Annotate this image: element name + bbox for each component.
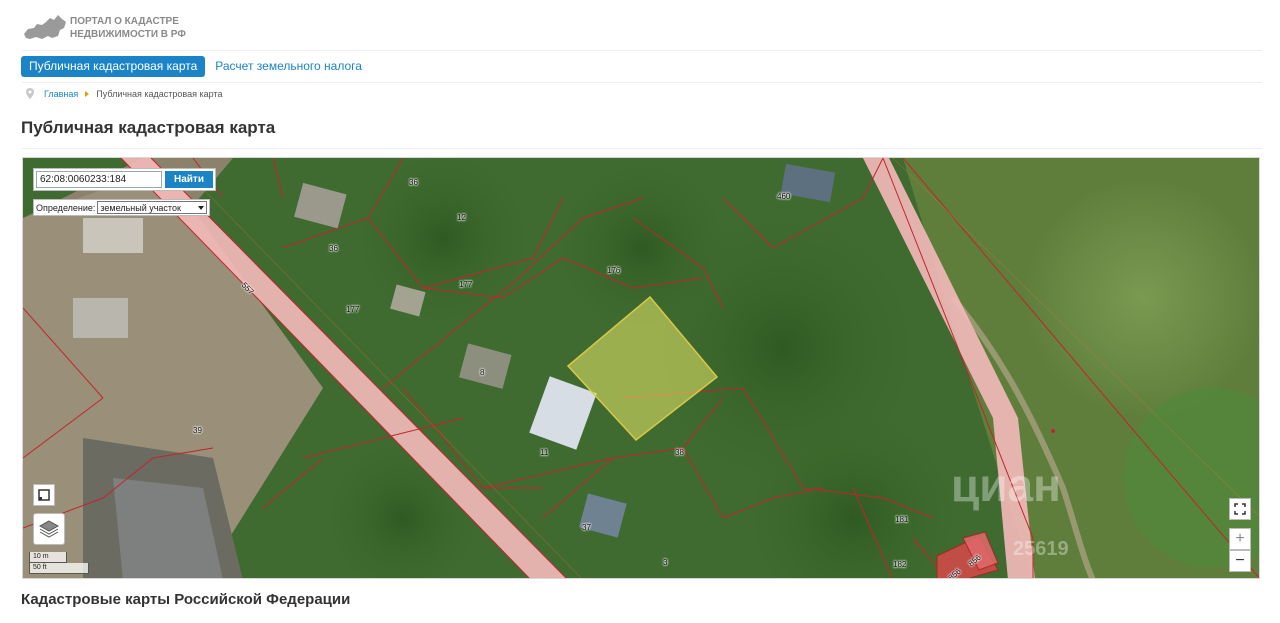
divider [22,148,1262,149]
cian-watermark: циан [951,459,1061,511]
parcel-label[interactable]: 39 [193,426,202,435]
site-header: ПОРТАЛ О КАДАСТРЕ НЕДВИЖИМОСТИ В РФ [22,8,186,48]
parcel-label[interactable]: 8 [480,368,484,377]
breadcrumb: Главная Публичная кадастровая карта [26,88,222,99]
section-title: Кадастровые карты Российской Федерации [21,591,351,608]
definition-selected-value: земельный участок [100,202,181,213]
measure-tool-button[interactable] [33,484,55,506]
measure-icon [38,489,50,501]
layers-icon [39,520,59,538]
logo-text[interactable]: ПОРТАЛ О КАДАСТРЕ НЕДВИЖИМОСТИ В РФ [70,15,186,41]
scale-imperial: 50 ft [29,563,89,574]
breadcrumb-home-link[interactable]: Главная [44,89,78,99]
location-pin-icon [26,88,34,99]
zoom-in-button[interactable]: + [1229,528,1251,550]
parcel-label[interactable]: 36 [409,178,418,187]
layers-button[interactable] [33,513,65,545]
parcel-label[interactable]: 36 [329,244,338,253]
fullscreen-icon [1234,503,1246,515]
russia-map-logo-icon[interactable] [22,12,68,44]
breadcrumb-current: Публичная кадастровая карта [96,88,223,99]
cadastral-search-box: Найти [33,168,216,191]
parcel-label[interactable]: 12 [457,213,466,222]
main-nav: Публичная кадастровая карта Расчет земел… [21,56,372,77]
divider [22,50,1262,51]
parcel-label[interactable]: 11 [540,448,548,457]
definition-row: Определение: земельный участок [33,199,211,216]
satellite-imagery[interactable] [23,158,1260,579]
definition-select[interactable]: земельный участок [97,201,208,214]
parcel-label[interactable]: 181 [895,515,908,524]
tab-public-cadastral-map[interactable]: Публичная кадастровая карта [21,56,206,77]
breadcrumb-separator-icon [85,90,90,97]
tab-land-tax-calculator[interactable]: Расчет земельного налога [207,56,370,77]
parcel-label[interactable]: 176 [607,266,620,275]
divider [22,82,1262,83]
definition-label: Определение: [36,202,96,213]
parcel-label[interactable]: 460 [777,192,790,201]
parcel-label[interactable]: 38 [675,448,684,457]
fullscreen-button[interactable] [1229,498,1251,520]
zoom-out-button[interactable]: − [1229,550,1251,572]
cadastral-map[interactable]: 36 12 36 460 176 177 557 177 8 39 11 38 … [22,157,1260,579]
parcel-label[interactable]: 177 [459,280,472,289]
parcel-label[interactable]: 177 [346,305,359,314]
find-button[interactable]: Найти [165,171,213,188]
map-scale: 10 m 50 ft [29,552,89,574]
page-title: Публичная кадастровая карта [21,118,276,137]
scale-metric: 10 m [29,552,67,563]
parcel-label[interactable]: 182 [893,560,906,569]
parcel-label[interactable]: 3 [663,558,667,567]
chevron-down-icon [198,205,205,210]
cian-watermark-id: 25619 [1013,538,1069,560]
parcel-label[interactable]: 37 [582,523,591,532]
cadastral-number-input[interactable] [36,171,162,188]
